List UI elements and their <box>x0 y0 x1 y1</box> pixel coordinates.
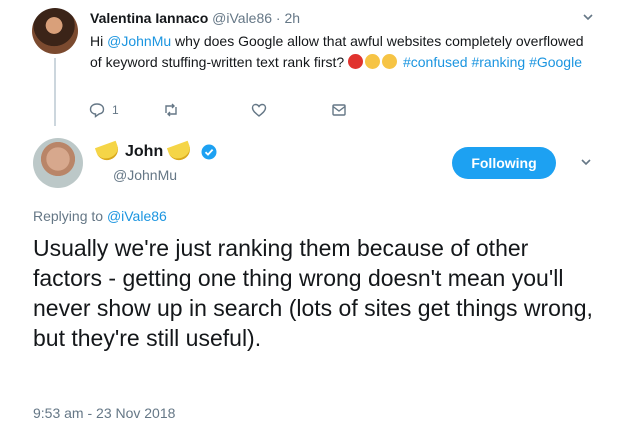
reply-count: 1 <box>112 103 119 117</box>
angry-face-icon <box>348 54 364 69</box>
banana-icon <box>167 140 194 164</box>
like-button[interactable] <box>250 101 330 119</box>
direct-message-button[interactable] <box>330 101 370 119</box>
avatar[interactable] <box>33 138 83 188</box>
verified-badge-icon <box>201 144 217 160</box>
chevron-down-icon[interactable] <box>580 156 592 168</box>
parent-author-handle[interactable]: @iVale86 <box>212 10 272 26</box>
mention-link[interactable]: @JohnMu <box>107 33 171 49</box>
avatar[interactable] <box>32 8 78 54</box>
hashtag-link[interactable]: #confused <box>403 54 468 70</box>
parent-text-before: Hi <box>90 33 108 49</box>
like-icon <box>251 103 267 117</box>
following-button[interactable]: Following <box>452 147 556 179</box>
retweet-button[interactable] <box>162 101 250 119</box>
tweet-actions: 1 <box>88 100 370 120</box>
reply-button[interactable]: 1 <box>88 101 162 119</box>
hashtag-link[interactable]: #ranking <box>471 54 525 70</box>
hashtag-link[interactable]: #Google <box>529 54 582 70</box>
parent-author-row: Valentina Iannaco @iVale86 · 2h <box>90 10 301 26</box>
replying-handle-link[interactable]: @iVale86 <box>107 208 167 224</box>
parent-author-name[interactable]: Valentina Iannaco <box>90 10 208 26</box>
main-author-handle[interactable]: @JohnMu <box>113 167 177 183</box>
main-tweet-text: Usually we're just ranking them because … <box>33 235 593 351</box>
main-author-name[interactable]: John <box>125 143 163 161</box>
parent-tweet-text: Hi @JohnMu why does Google allow that aw… <box>90 31 590 73</box>
weary-face-icon <box>382 54 398 69</box>
retweet-icon <box>165 103 177 117</box>
banana-icon <box>94 140 122 164</box>
main-author-row: John <box>91 140 217 164</box>
replying-to: Replying to @iVale86 <box>33 208 167 224</box>
tweet-timestamp[interactable]: 9:53 am - 23 Nov 2018 <box>33 405 175 421</box>
reply-icon <box>89 103 105 118</box>
replying-prefix: Replying to <box>33 208 107 224</box>
weary-face-icon <box>365 54 381 69</box>
chevron-down-icon[interactable] <box>583 12 593 22</box>
direct-message-icon <box>332 104 346 116</box>
thread-connector <box>54 58 56 126</box>
parent-tweet-time[interactable]: 2h <box>285 10 301 26</box>
